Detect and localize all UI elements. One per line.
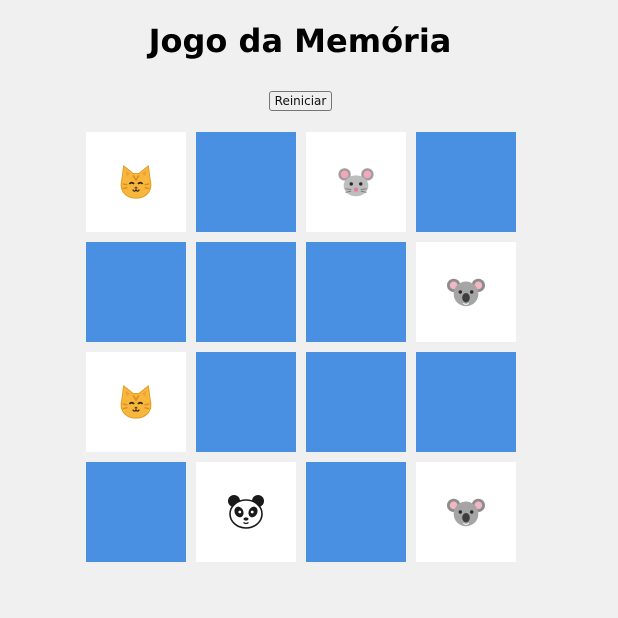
memory-card[interactable] bbox=[416, 132, 516, 232]
memory-card[interactable] bbox=[416, 352, 516, 452]
koala-icon bbox=[447, 493, 485, 531]
restart-button[interactable]: Reiniciar bbox=[269, 91, 332, 111]
memory-card[interactable] bbox=[306, 242, 406, 342]
mouse-icon bbox=[337, 163, 375, 201]
memory-card[interactable] bbox=[416, 462, 516, 562]
memory-card[interactable] bbox=[306, 132, 406, 232]
game-title: Jogo da Memória bbox=[148, 22, 452, 60]
memory-card[interactable] bbox=[196, 352, 296, 452]
memory-card[interactable] bbox=[306, 352, 406, 452]
memory-card[interactable] bbox=[86, 462, 186, 562]
panda-icon bbox=[226, 492, 266, 532]
cat-icon bbox=[117, 163, 155, 201]
memory-card[interactable] bbox=[196, 462, 296, 562]
memory-card[interactable] bbox=[86, 242, 186, 342]
card-grid bbox=[86, 132, 516, 562]
memory-card[interactable] bbox=[86, 132, 186, 232]
memory-card[interactable] bbox=[416, 242, 516, 342]
cat-icon bbox=[117, 383, 155, 421]
koala-icon bbox=[447, 273, 485, 311]
memory-card[interactable] bbox=[196, 132, 296, 232]
memory-card[interactable] bbox=[86, 352, 186, 452]
memory-card[interactable] bbox=[306, 462, 406, 562]
memory-card[interactable] bbox=[196, 242, 296, 342]
